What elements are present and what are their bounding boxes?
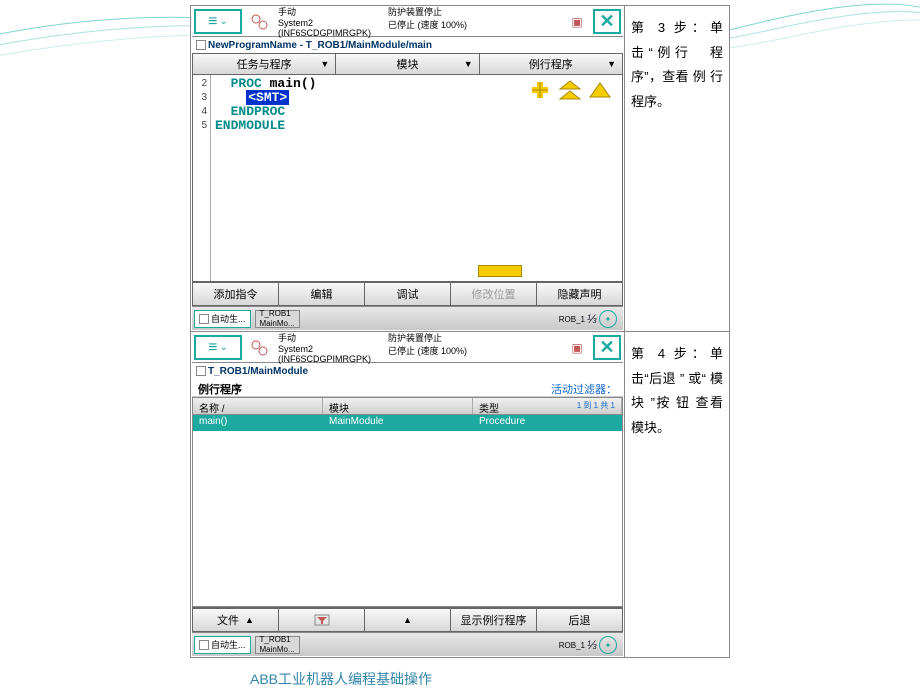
filter-button[interactable]: [279, 608, 365, 632]
up-icon[interactable]: [586, 79, 614, 101]
minus-icon[interactable]: [478, 265, 522, 277]
robot-icon: [244, 333, 274, 362]
col-name: 名称 /: [193, 398, 323, 414]
steps-table: ≡⌄ 手动防护装置停止 System2 (INF6SCDGPIMRGPK)已停止…: [190, 5, 730, 658]
edit-button[interactable]: 编辑: [279, 282, 365, 306]
joystick-icon: ✦: [599, 636, 617, 654]
main-menu-button[interactable]: ≡⌄: [194, 9, 242, 34]
task-tab-rob1[interactable]: T_ROB1MainMo...: [255, 636, 300, 654]
show-routine-button[interactable]: 显示例行程序: [451, 608, 537, 632]
task-tab-rob1[interactable]: T_ROB1MainMo...: [255, 310, 300, 328]
step3-description: 第 3 步：单击“例行 程序”，查看 例 行程序。: [625, 6, 729, 331]
close-button[interactable]: ✕: [593, 9, 621, 34]
line-gutter: 2345: [193, 75, 211, 281]
status-area: 手动防护装置停止 System2 (INF6SCDGPIMRGPK)已停止 (速…: [274, 7, 563, 36]
routine-label: 例行程序: [198, 381, 242, 394]
tab-module[interactable]: 模块▼: [336, 53, 479, 75]
routine-list-header: 名称 / 模块 类型1 到 1 共 1: [192, 397, 623, 415]
col-module: 模块: [323, 398, 473, 414]
debug-button[interactable]: 调试: [365, 282, 451, 306]
joystick-icon: ✦: [599, 310, 617, 328]
routine-list[interactable]: main() MainModule Procedure: [192, 415, 623, 607]
footer-caption: ABB工业机器人编程基础操作: [250, 669, 432, 689]
tab-routine[interactable]: 例行程序▼: [480, 53, 623, 75]
robot-icon: [244, 7, 274, 36]
tab-task-program[interactable]: 任务与程序▼: [192, 53, 336, 75]
file-button[interactable]: 文件▲: [192, 608, 279, 632]
task-tab-auto[interactable]: 自动生...: [194, 636, 251, 654]
flexpendant-panel-2: ≡⌄ 手动防护装置停止 System2 (INF6SCDGPIMRGPK)已停止…: [192, 333, 623, 656]
window-icon: ▣: [563, 333, 591, 362]
rob-indicator[interactable]: ROB_1 ⅓ ✦: [559, 309, 617, 329]
hide-declaration-button[interactable]: 隐藏声明: [537, 282, 623, 306]
back-button[interactable]: 后退: [537, 608, 623, 632]
modify-position-button: 修改位置: [451, 282, 537, 306]
active-filter[interactable]: 活动过滤器：: [551, 381, 617, 394]
up-double-icon[interactable]: [556, 79, 584, 101]
close-button[interactable]: ✕: [593, 335, 621, 360]
blank-button: ▲: [365, 608, 451, 632]
status-area: 手动防护装置停止 System2 (INF6SCDGPIMRGPK)已停止 (速…: [274, 333, 563, 362]
path-bar: NewProgramName - T_ROB1/MainModule/main: [192, 37, 623, 53]
task-tab-auto[interactable]: 自动生...: [194, 310, 251, 328]
routine-row[interactable]: main() MainModule Procedure: [193, 415, 622, 431]
plus-icon[interactable]: [526, 79, 554, 101]
rob-indicator[interactable]: ROB_1 ⅓ ✦: [559, 635, 617, 655]
window-icon: ▣: [563, 7, 591, 36]
add-instruction-button[interactable]: 添加指令: [192, 282, 279, 306]
code-editor[interactable]: 2345 PROC main() <SMT> ENDPROC ENDMODULE: [192, 75, 623, 281]
main-menu-button[interactable]: ≡⌄: [194, 335, 242, 360]
smt-placeholder[interactable]: <SMT>: [246, 90, 289, 105]
path-bar: T_ROB1/MainModule: [192, 363, 623, 379]
flexpendant-panel-1: ≡⌄ 手动防护装置停止 System2 (INF6SCDGPIMRGPK)已停止…: [192, 7, 623, 330]
step4-description: 第 4 步：单击“后退 ” 或“ 模 块 ”按 钮 查看模块。: [625, 332, 729, 657]
col-type: 类型: [479, 400, 499, 412]
